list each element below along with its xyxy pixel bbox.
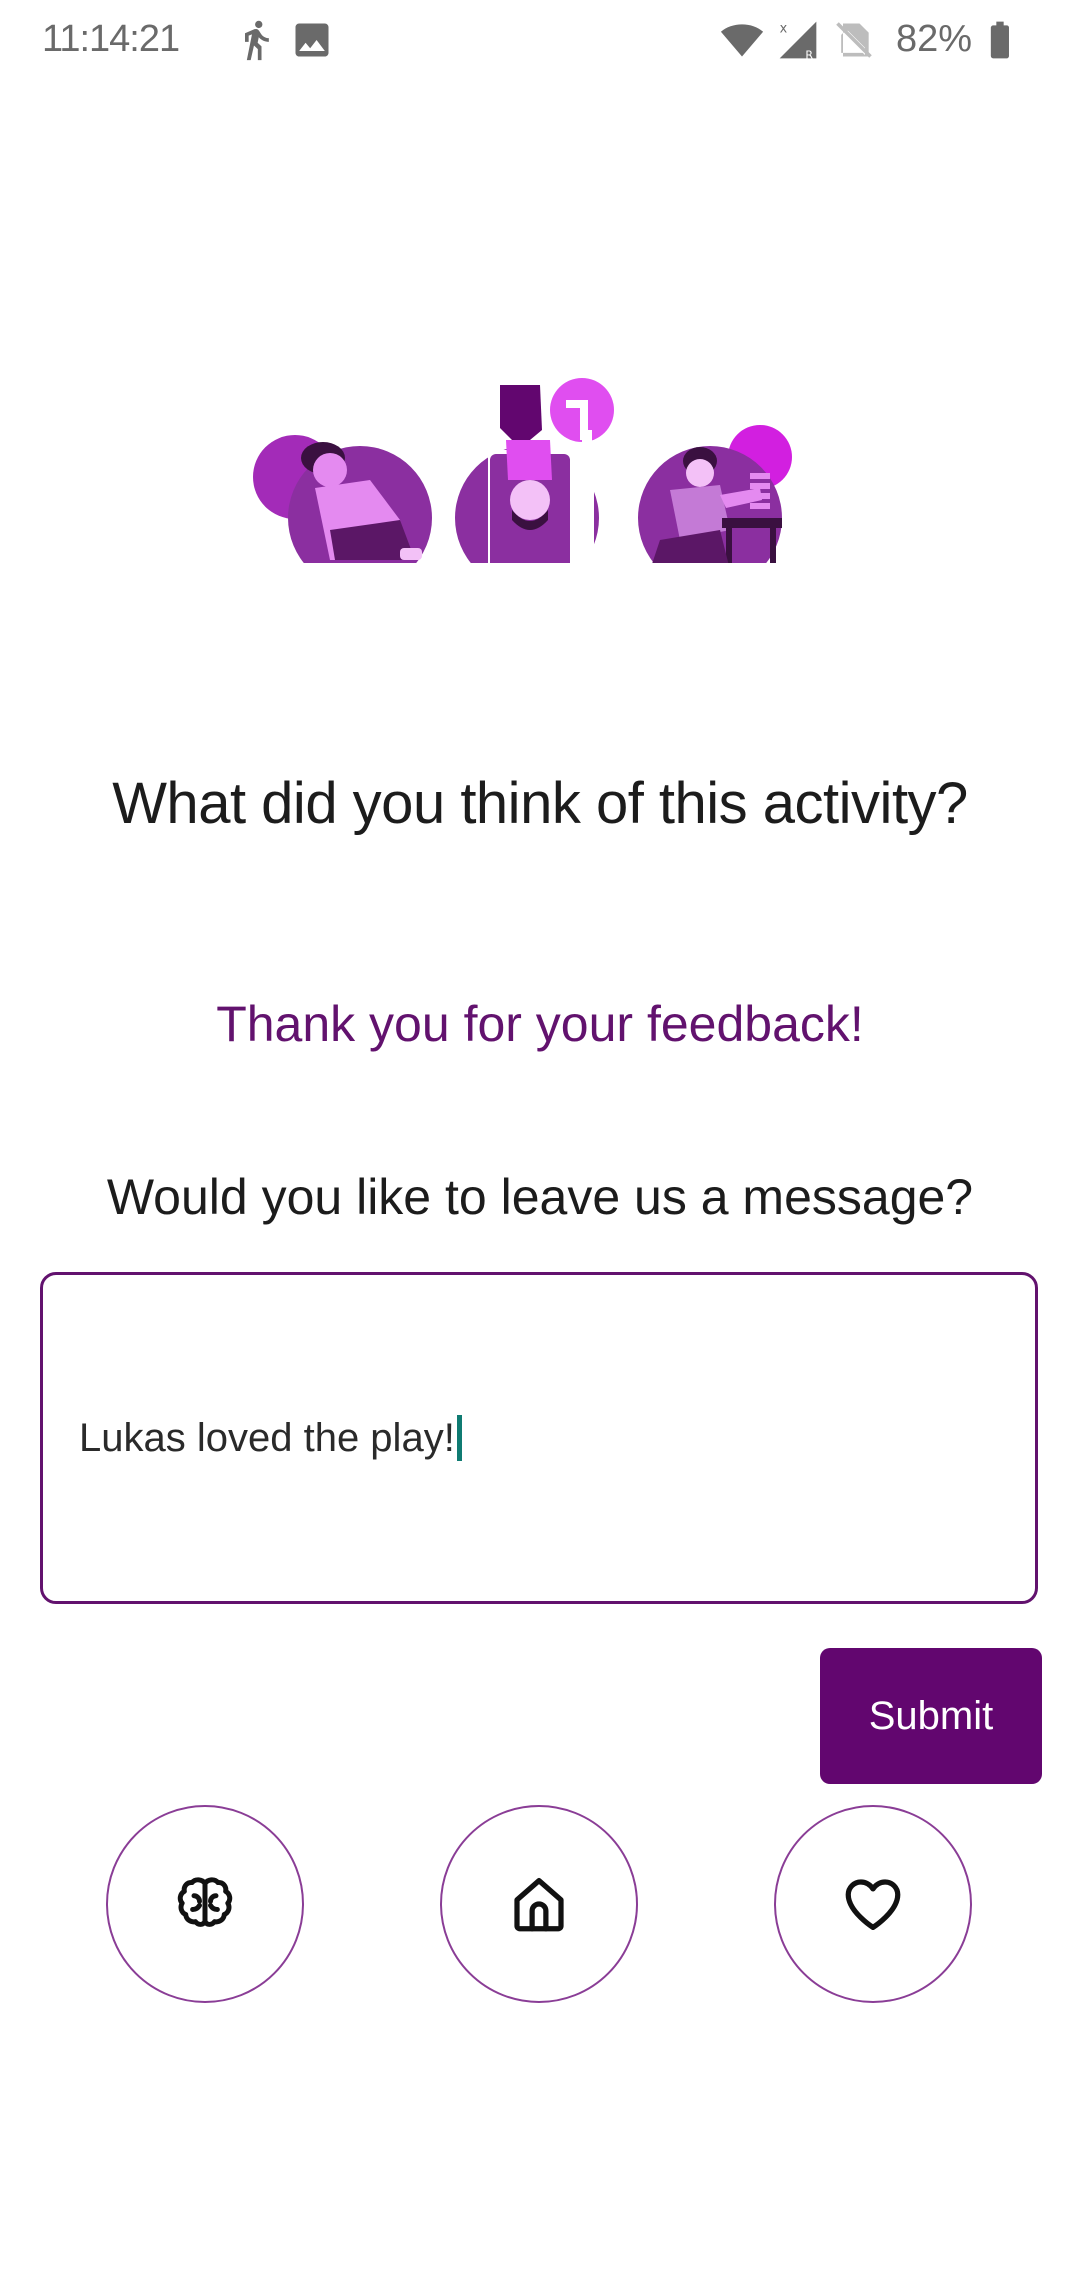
- heart-icon: [845, 1879, 901, 1930]
- brain-icon: [177, 1877, 233, 1927]
- thanks-message: Thank you for your feedback!: [216, 996, 864, 1052]
- children-activities-illustration: [253, 378, 792, 563]
- signal-icon: x R: [779, 21, 817, 61]
- message-input-text: Lukas loved the play!: [79, 1416, 455, 1460]
- status-time: 11:14:21: [42, 18, 180, 60]
- svg-text:x: x: [780, 22, 788, 37]
- brain-button[interactable]: [106, 1805, 304, 2003]
- battery-percentage: 82%: [895, 18, 972, 60]
- status-bar: 11:14:21 x R 82%: [0, 0, 1080, 80]
- no-sim-icon: [836, 22, 872, 58]
- battery-icon: [990, 21, 1010, 59]
- message-input[interactable]: Lukas loved the play!: [40, 1272, 1038, 1604]
- wifi-icon: [720, 24, 764, 57]
- image-icon: [295, 23, 329, 57]
- walking-icon: [245, 20, 269, 61]
- text-caret: [456, 1415, 462, 1461]
- svg-text:R: R: [805, 48, 813, 61]
- message-input-value: Lukas loved the play!: [79, 1415, 462, 1461]
- home-button[interactable]: [440, 1805, 638, 2003]
- submit-button-label: Submit: [868, 1693, 994, 1738]
- home-icon: [514, 1878, 564, 1932]
- favorites-button[interactable]: [774, 1805, 972, 2003]
- feedback-question: What did you think of this activity?: [112, 771, 968, 836]
- submit-button[interactable]: Submit: [820, 1648, 1042, 1784]
- message-prompt: Would you like to leave us a message?: [106, 1169, 974, 1225]
